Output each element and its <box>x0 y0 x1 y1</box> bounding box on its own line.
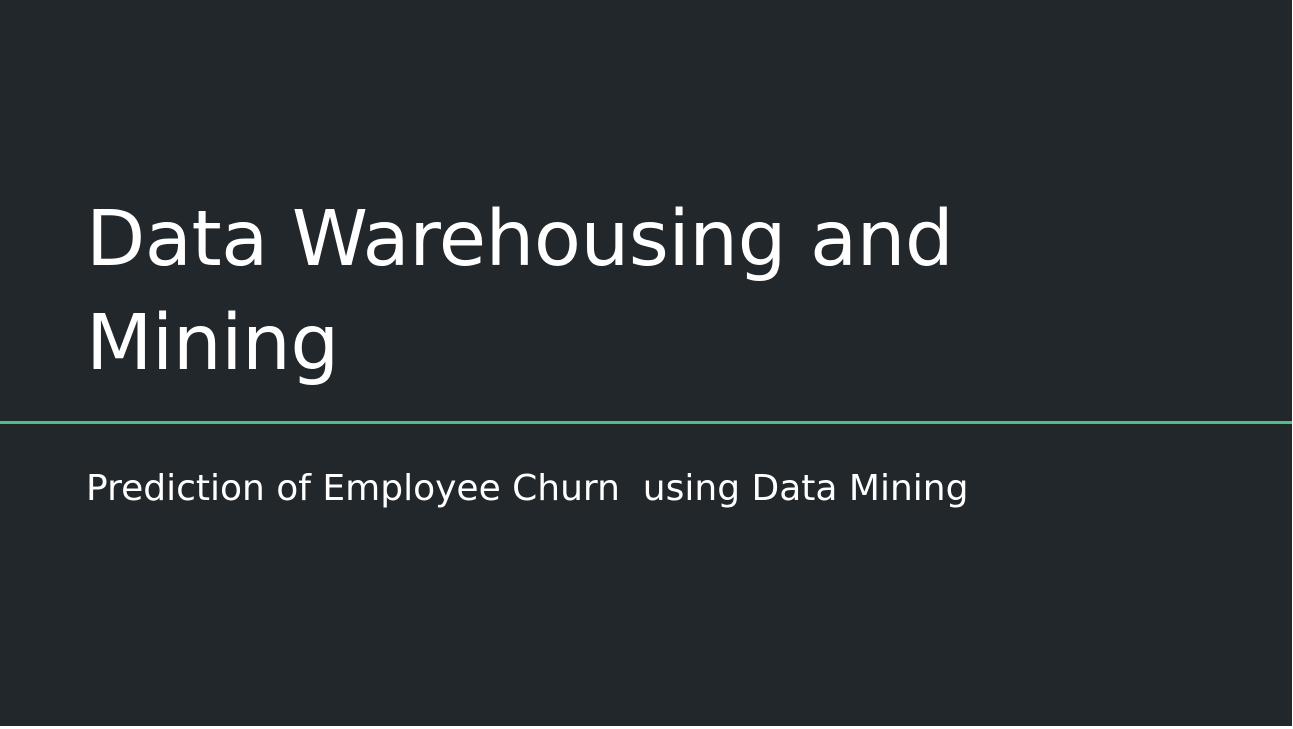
slide-title-line-2: Mining <box>86 299 339 388</box>
title-slide: Data Warehousing and Mining Prediction o… <box>0 0 1292 726</box>
slide-title: Data Warehousing and Mining <box>86 188 1186 396</box>
slide-title-line-1: Data Warehousing and <box>86 195 954 284</box>
accent-divider <box>0 421 1292 424</box>
slide-subtitle: Prediction of Employee Churn using Data … <box>86 468 969 509</box>
